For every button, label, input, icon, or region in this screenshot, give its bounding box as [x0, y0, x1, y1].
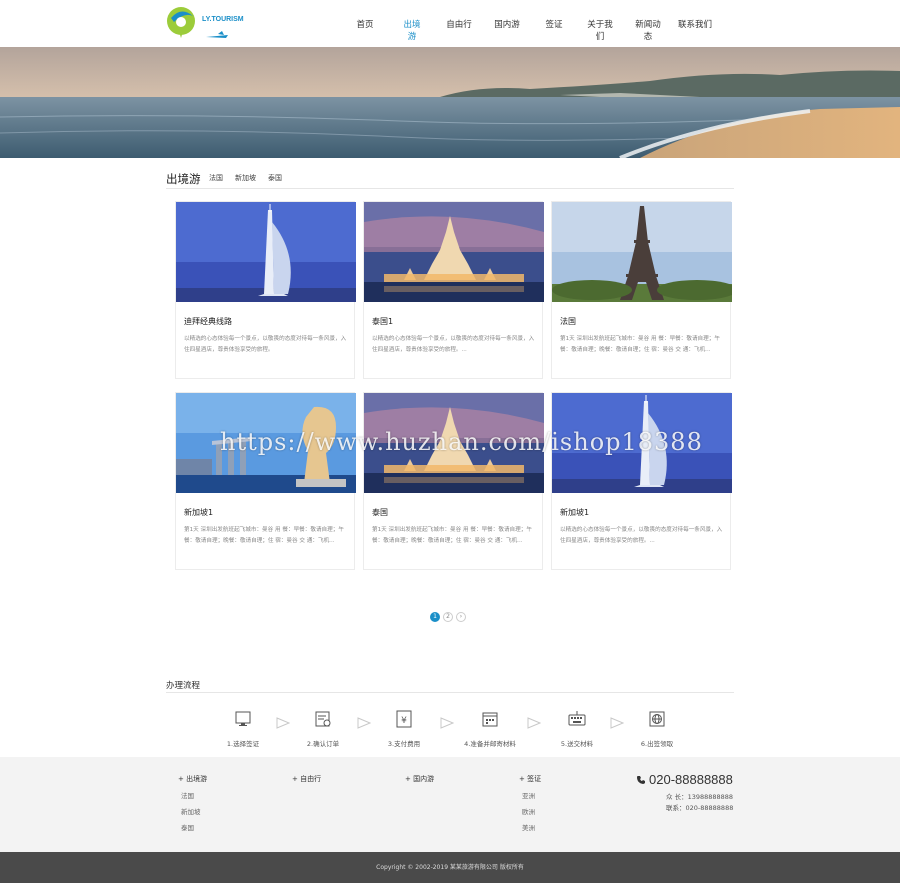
process-step-label: 2.确认订单: [306, 740, 340, 748]
pagination: 1 2 ›: [430, 612, 466, 622]
yen-icon: ¥: [396, 710, 412, 728]
tour-card[interactable]: 泰国 第1天 深圳出发航班起飞城市：曼谷 用 餐：早餐：敬请自理；午餐：敬请自理…: [363, 392, 544, 570]
process-step: 5.送交材料: [547, 710, 607, 748]
footer-column-heading[interactable]: + 签证: [519, 774, 541, 784]
tab-thailand[interactable]: 泰国: [268, 173, 282, 183]
site-header: LY.TOURISM 首页 出境游 自由行 国内游 签证 关于我们 新闻动态 联系我们: [0, 0, 900, 47]
process-title: 办理流程: [166, 681, 201, 691]
step-arrow-icon: [610, 717, 624, 729]
tour-card-desc: 以精选的心态体验每一个景点，以敬畏的态度对待每一条风景，入住四星酒店，尊贵体验享…: [372, 336, 535, 353]
tour-thumbnail-image[interactable]: [176, 393, 356, 493]
tour-card[interactable]: 新加坡1 第1天 深圳出发航班起飞城市：曼谷 用 餐：早餐：敬请自理；午餐：敬请…: [175, 392, 356, 570]
nav-item-3[interactable]: 国内游: [494, 18, 520, 30]
process-step-label: 3.支付费用: [387, 740, 421, 748]
logo-mark-icon: [167, 7, 228, 38]
footer-column: + 自由行: [292, 774, 321, 784]
phone-number: 020-88888888: [649, 772, 733, 787]
nav-item-0[interactable]: 首页: [355, 18, 375, 30]
tour-thumbnail-image[interactable]: [364, 202, 544, 302]
tour-card-desc: 第1天 深圳出发航班起飞城市：曼谷 用 餐：早餐：敬请自理；午餐：敬请自理；晚餐…: [560, 336, 720, 353]
tour-thumbnail-image[interactable]: [176, 202, 356, 302]
section-header: 出境游 法国 新加坡 泰国: [166, 167, 734, 189]
footer-column-heading[interactable]: + 国内游: [405, 774, 434, 784]
tour-card[interactable]: 法国 第1天 深圳出发航班起飞城市：曼谷 用 餐：早餐：敬请自理；午餐：敬请自理…: [551, 201, 732, 379]
tour-thumbnail-image[interactable]: [552, 202, 732, 302]
footer-column-heading[interactable]: + 出境游: [178, 774, 207, 784]
step-arrow-icon: [357, 717, 371, 729]
process-step: 2.确认订单: [293, 710, 353, 748]
tour-card-desc: 以精选的心态体验每一个景点，以敬畏的态度对待每一条风景，入住四星酒店，尊贵体验享…: [184, 336, 347, 353]
step-arrow-icon: [276, 717, 290, 729]
tour-card-title[interactable]: 迪拜经典线路: [184, 316, 232, 327]
nav-item-6[interactable]: 新闻动态: [632, 18, 664, 42]
footer-column-heading[interactable]: + 自由行: [292, 774, 321, 784]
step-arrow-icon: [527, 717, 541, 729]
tab-france[interactable]: 法国: [209, 173, 223, 183]
process-step: ¥ 3.支付费用: [374, 710, 434, 748]
tour-card-title[interactable]: 泰国: [372, 507, 388, 518]
copyright-bar: Copyright © 2002-2019 某某旅游有限公司 版权所有: [0, 852, 900, 883]
hero-banner: [0, 47, 900, 158]
process-step-label: 6.出签领取: [640, 740, 674, 748]
globe-icon: [649, 711, 665, 727]
process-step: 6.出签领取: [627, 710, 687, 748]
section-tabs: 法国 新加坡 泰国: [209, 173, 282, 183]
keyboard-icon: [568, 711, 586, 726]
fax-number: 联系：020-88888888: [666, 804, 734, 812]
beach-banner-image: [0, 47, 900, 158]
site-footer: + 出境游法国新加坡泰国 + 自由行 + 国内游 + 签证亚洲欧洲美洲 020-888…: [0, 757, 900, 852]
tour-card-desc: 第1天 深圳出发航班起飞城市：曼谷 用 餐：早餐：敬请自理；午餐：敬请自理；晚餐…: [372, 527, 532, 544]
footer-column: + 签证亚洲欧洲美洲: [519, 774, 541, 832]
page-2-button[interactable]: 2: [443, 612, 453, 622]
phone-icon: [637, 776, 645, 784]
form-icon: [315, 711, 331, 727]
footer-link[interactable]: 亚洲: [519, 790, 541, 800]
process-step: 4.准备并邮寄材料: [460, 710, 520, 748]
nav-item-1[interactable]: 出境游: [400, 18, 424, 42]
footer-link[interactable]: 新加坡: [178, 806, 207, 816]
tour-card[interactable]: 泰国1 以精选的心态体验每一个景点，以敬畏的态度对待每一条风景，入住四星酒店，尊…: [363, 201, 544, 379]
footer-column: + 国内游: [405, 774, 434, 784]
footer-link[interactable]: 法国: [178, 790, 207, 800]
tour-card-title[interactable]: 新加坡1: [184, 507, 213, 518]
next-page-button[interactable]: ›: [456, 612, 466, 622]
page-1-button[interactable]: 1: [430, 612, 440, 622]
monitor-icon: [235, 711, 251, 726]
nav-item-2[interactable]: 自由行: [446, 18, 472, 30]
copyright-text: Copyright © 2002-2019 某某旅游有限公司 版权所有: [376, 864, 524, 871]
process-step-label: 5.送交材料: [560, 740, 594, 748]
tour-thumbnail-image[interactable]: [552, 393, 732, 493]
footer-column: + 出境游法国新加坡泰国: [178, 774, 207, 832]
logo-text: LY.TOURISM: [202, 16, 244, 23]
svg-text:¥: ¥: [401, 716, 407, 726]
process-step-label: 4.准备并邮寄材料: [464, 740, 516, 748]
mobile-number: 众 长：13988888888: [666, 793, 734, 801]
calendar-icon: [482, 712, 498, 727]
process-step-label: 1.选择签证: [226, 740, 260, 748]
tab-singapore[interactable]: 新加坡: [235, 173, 256, 183]
section-title: 出境游: [166, 172, 201, 186]
process-step: 1.选择签证: [213, 710, 273, 748]
tour-card[interactable]: 迪拜经典线路 以精选的心态体验每一个景点，以敬畏的态度对待每一条风景，入住四星酒…: [175, 201, 356, 379]
tour-card-title[interactable]: 新加坡1: [560, 507, 589, 518]
tour-card-title[interactable]: 法国: [560, 316, 576, 327]
nav-item-7[interactable]: 联系我们: [678, 18, 712, 30]
tour-thumbnail-image[interactable]: [364, 393, 544, 493]
footer-link[interactable]: 美洲: [519, 822, 541, 832]
footer-link[interactable]: 泰国: [178, 822, 207, 832]
tour-card-desc: 以精选的心态体验每一个景点，以敬畏的态度对待每一条风景，入住四星酒店，尊贵体验享…: [560, 527, 723, 544]
tour-card[interactable]: 新加坡1 以精选的心态体验每一个景点，以敬畏的态度对待每一条风景，入住四星酒店，…: [551, 392, 732, 570]
site-logo[interactable]: LY.TOURISM: [166, 4, 246, 42]
nav-item-5[interactable]: 关于我们: [584, 18, 616, 42]
tour-card-desc: 第1天 深圳出发航班起飞城市：曼谷 用 餐：早餐：敬请自理；午餐：敬请自理；晚餐…: [184, 527, 344, 544]
nav-item-4[interactable]: 签证: [545, 18, 563, 30]
step-arrow-icon: [440, 717, 454, 729]
process-header: 办理流程: [166, 677, 734, 693]
tour-card-title[interactable]: 泰国1: [372, 316, 393, 327]
footer-link[interactable]: 欧洲: [519, 806, 541, 816]
